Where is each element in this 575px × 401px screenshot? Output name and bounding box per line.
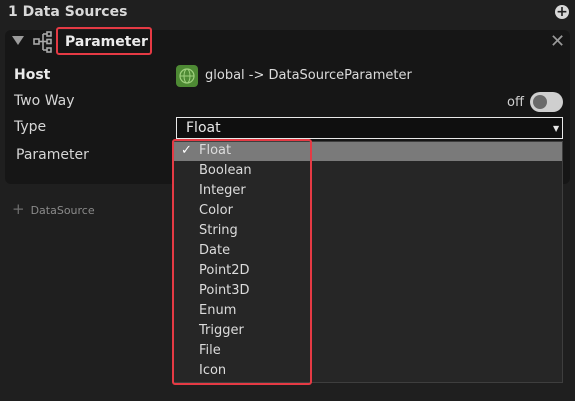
dropdown-highlight-frame: [172, 139, 312, 385]
chevron-down-icon[interactable]: ▼: [553, 124, 559, 133]
add-datasource-button[interactable]: + DataSource: [12, 200, 95, 218]
section-title: 1 Data Sources: [8, 4, 128, 20]
two-way-state-text: off: [507, 95, 524, 110]
add-datasource-label: DataSource: [30, 204, 95, 217]
parameter-title[interactable]: Parameter: [65, 34, 148, 50]
parameter-label: Parameter: [16, 147, 89, 163]
type-select[interactable]: [176, 117, 563, 139]
type-label: Type: [14, 119, 47, 135]
tree-icon: [33, 31, 52, 53]
plus-circle-icon[interactable]: +: [555, 5, 569, 19]
host-value: global -> DataSourceParameter: [205, 68, 412, 83]
collapse-triangle-icon[interactable]: [12, 36, 24, 45]
two-way-label: Two Way: [14, 93, 75, 109]
plus-icon: +: [12, 200, 25, 218]
host-label: Host: [14, 67, 51, 83]
type-select-value[interactable]: Float: [186, 120, 221, 136]
globe-icon: [176, 65, 198, 87]
toggle-knob[interactable]: [533, 95, 547, 109]
close-icon[interactable]: ✕: [550, 33, 565, 51]
